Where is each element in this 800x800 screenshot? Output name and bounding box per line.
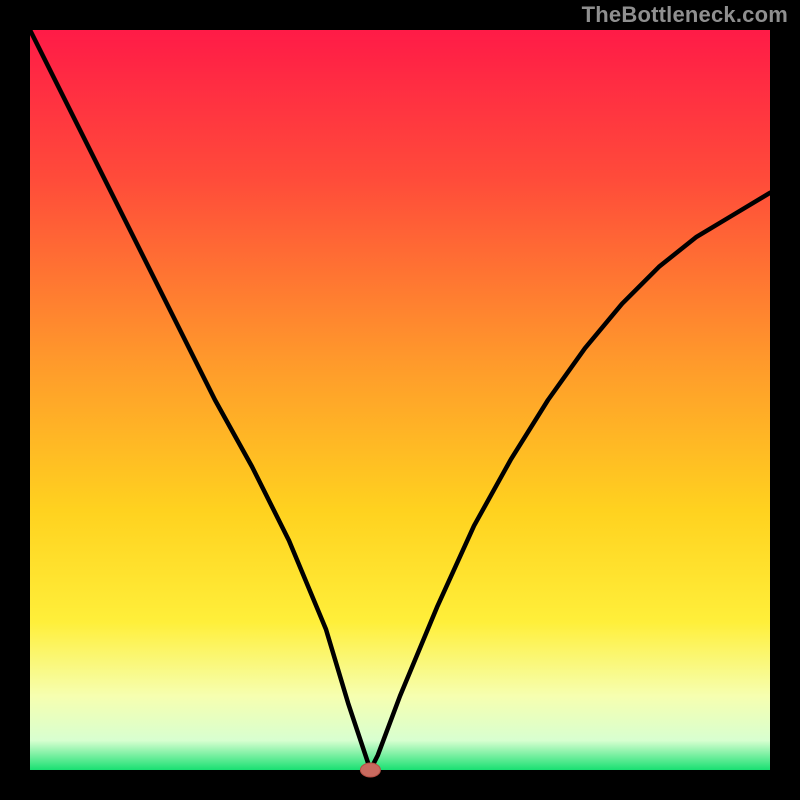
- plot-background: [30, 30, 770, 770]
- optimal-point-marker: [360, 763, 380, 777]
- bottleneck-chart: [0, 0, 800, 800]
- watermark-text: TheBottleneck.com: [582, 2, 788, 28]
- chart-frame: { "watermark": "TheBottleneck.com", "col…: [0, 0, 800, 800]
